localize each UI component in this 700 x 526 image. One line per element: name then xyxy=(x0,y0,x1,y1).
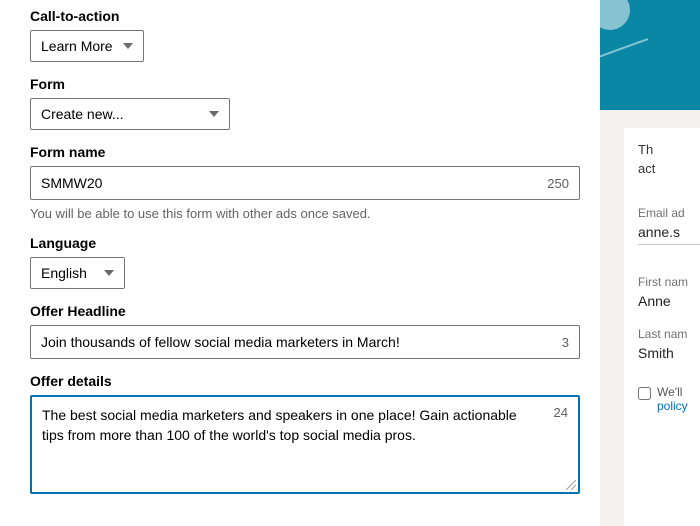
form-name-field: Form name 250 You will be able to use th… xyxy=(30,144,580,221)
form-name-input-wrap: 250 xyxy=(30,166,580,200)
preview-consent-text: We'll policy xyxy=(657,385,688,413)
form-field: Form Create new... xyxy=(30,76,580,130)
preview-consent-checkbox[interactable] xyxy=(638,387,651,400)
form-name-helper: You will be able to use this form with o… xyxy=(30,206,580,221)
details-counter: 24 xyxy=(554,405,568,420)
preview-hero-image xyxy=(600,0,700,110)
form-editor-panel: Call-to-action Learn More Form Create ne… xyxy=(0,0,600,526)
preview-consent-link[interactable]: policy xyxy=(657,399,688,413)
headline-counter: 3 xyxy=(562,335,569,350)
caret-down-icon xyxy=(209,111,219,117)
preview-email-label: Email ad xyxy=(638,206,700,220)
preview-lastname-section: Last nam Smith xyxy=(638,327,700,361)
caret-down-icon xyxy=(104,270,114,276)
form-name-counter: 250 xyxy=(547,176,569,191)
preview-top-line-2: act xyxy=(638,161,700,176)
details-textarea-wrap: 24 xyxy=(30,395,580,494)
language-dropdown[interactable]: English xyxy=(30,257,125,289)
preview-consent-row: We'll policy xyxy=(638,385,700,413)
form-name-input[interactable] xyxy=(41,167,539,199)
form-name-label: Form name xyxy=(30,144,580,160)
preview-lastname-label: Last nam xyxy=(638,327,700,341)
caret-down-icon xyxy=(123,43,133,49)
cta-label: Call-to-action xyxy=(30,8,580,24)
headline-field: Offer Headline 3 xyxy=(30,303,580,359)
language-label: Language xyxy=(30,235,580,251)
form-label: Form xyxy=(30,76,580,92)
details-textarea[interactable] xyxy=(42,405,532,481)
language-selected: English xyxy=(41,265,94,281)
preview-top-line-1: Th xyxy=(638,142,700,157)
preview-firstname-label: First nam xyxy=(638,275,700,289)
form-selected: Create new... xyxy=(41,106,199,122)
form-dropdown[interactable]: Create new... xyxy=(30,98,230,130)
cta-selected: Learn More xyxy=(41,38,113,54)
cta-dropdown[interactable]: Learn More xyxy=(30,30,144,62)
resize-handle-icon xyxy=(564,478,576,490)
details-label: Offer details xyxy=(30,373,580,389)
preview-email-value: anne.s xyxy=(638,224,700,245)
viewport: Call-to-action Learn More Form Create ne… xyxy=(0,0,700,526)
headline-input-wrap: 3 xyxy=(30,325,580,359)
details-field: Offer details 24 xyxy=(30,373,580,494)
headline-input[interactable] xyxy=(41,326,554,358)
headline-label: Offer Headline xyxy=(30,303,580,319)
cta-field: Call-to-action Learn More xyxy=(30,8,580,62)
preview-consent-prefix: We'll xyxy=(657,385,682,399)
preview-firstname-value: Anne xyxy=(638,293,700,309)
preview-lastname-value: Smith xyxy=(638,345,700,361)
preview-card: Th act Email ad anne.s First nam Anne La… xyxy=(624,128,700,526)
preview-email-section: Email ad anne.s xyxy=(638,206,700,245)
preview-firstname-section: First nam Anne xyxy=(638,275,700,309)
preview-panel: Th act Email ad anne.s First nam Anne La… xyxy=(600,0,700,526)
language-field: Language English xyxy=(30,235,580,289)
